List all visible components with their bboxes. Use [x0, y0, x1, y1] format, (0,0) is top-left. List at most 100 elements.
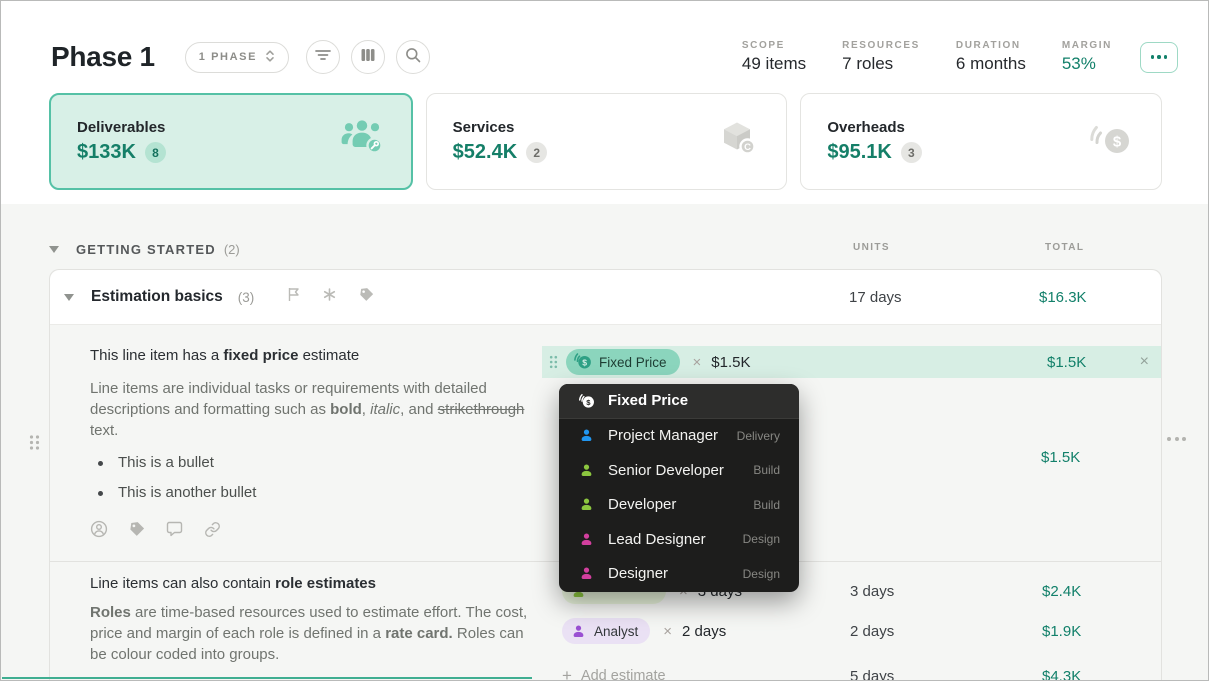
add-estimate-button[interactable]: + Add estimate: [562, 666, 666, 681]
card-value: $133K: [77, 141, 136, 163]
drag-handle-icon[interactable]: [549, 355, 558, 369]
estimate-total: $2.4K: [1042, 582, 1082, 600]
stat-scope: SCOPE 49 items: [741, 40, 807, 73]
team-icon: [339, 119, 385, 164]
search-button[interactable]: [396, 40, 431, 74]
menu-item-label: Senior Developer: [608, 461, 724, 479]
section-header: GETTING STARTED (2) UNITS TOTAL: [49, 238, 1162, 260]
phase-selector-label: 1 PHASE: [198, 51, 258, 63]
svg-text:$: $: [586, 398, 591, 407]
plus-icon: +: [562, 666, 572, 681]
header-overflow-button[interactable]: [1140, 41, 1178, 73]
group-total: $16.3K: [1039, 288, 1087, 306]
menu-item-label: Lead Designer: [608, 530, 706, 548]
menu-item-label: Developer: [608, 496, 677, 514]
add-estimate-row[interactable]: + Add estimate 5 days $4.3K: [562, 662, 1161, 681]
role-estimate-row[interactable]: Analyst × 2 days 2 days $1.9K: [562, 617, 1161, 645]
column-header-units: UNITS: [853, 242, 890, 253]
card-count-badge: 2: [526, 142, 548, 163]
person-icon: [578, 532, 595, 547]
group-count: (3): [237, 289, 255, 305]
collapse-caret-icon[interactable]: [49, 245, 59, 253]
menu-item-group: Design: [742, 532, 780, 547]
estimate-units: 3 days: [850, 582, 895, 600]
line-item-title: This line item has a fixed price estimat…: [90, 347, 360, 364]
stat-resources: RESOURCES 7 roles: [842, 40, 920, 73]
card-deliverables[interactable]: Deliverables $133K 8: [49, 93, 413, 190]
label-tag-icon[interactable]: [129, 521, 145, 537]
coins-icon: $: [578, 392, 595, 409]
coins-icon: $: [573, 351, 592, 373]
bullet-list: This is a bullet This is another bullet: [90, 454, 542, 501]
role-picker-menu: $ Fixed Price Project Manager Delivery S…: [559, 384, 799, 592]
line-item-paragraph: Line items are individual tasks or requi…: [90, 380, 525, 439]
svg-text:$: $: [582, 357, 587, 367]
collapse-caret-icon[interactable]: [64, 293, 74, 301]
menu-item-developer[interactable]: Developer Build: [559, 488, 799, 523]
role-pill-label: Analyst: [594, 623, 639, 639]
menu-item-label: Fixed Price: [608, 392, 689, 410]
estimate-inline-units[interactable]: 2 days: [682, 623, 726, 640]
columns-icon: [361, 48, 375, 67]
card-value: $52.4K: [452, 141, 518, 163]
close-row-icon[interactable]: ×: [1140, 353, 1149, 371]
bullet-item: This is another bullet: [90, 484, 542, 501]
row-drag-handle-icon[interactable]: [28, 434, 41, 456]
columns-button[interactable]: [351, 40, 386, 74]
card-overheads[interactable]: Overheads $95.1K 3 $: [800, 93, 1163, 190]
menu-item-designer[interactable]: Designer Design: [559, 557, 799, 592]
tag-icon[interactable]: [359, 287, 374, 307]
card-title: Deliverables: [77, 119, 166, 136]
line-item-paragraph: Roles are time-based resources used to e…: [90, 604, 528, 663]
filter-icon: [315, 48, 331, 66]
menu-item-label: Project Manager: [608, 427, 719, 445]
role-pill[interactable]: Analyst: [562, 618, 651, 644]
menu-item-lead-designer[interactable]: Lead Designer Design: [559, 522, 799, 557]
fixed-price-tag-label: Fixed Price: [599, 354, 667, 370]
summary-cards: Deliverables $133K 8 Services $52.4K 2 C…: [49, 93, 1163, 190]
estimate-total: $1.9K: [1042, 622, 1082, 640]
fixed-price-estimate-row[interactable]: $ Fixed Price × $1.5K $1.5K ×: [542, 346, 1161, 378]
app-window: Phase 1 1 PHASE SCOPE 49 items RESOURCES…: [0, 0, 1209, 681]
filter-button[interactable]: [306, 40, 341, 74]
stat-duration: DURATION 6 months: [955, 40, 1026, 73]
person-icon: [578, 497, 595, 512]
services-cube-icon: C: [714, 119, 760, 164]
menu-item-project-manager[interactable]: Project Manager Delivery: [559, 419, 799, 454]
group-title: Estimation basics: [91, 288, 223, 305]
remove-tag-icon[interactable]: ×: [693, 354, 702, 371]
estimate-units: 5 days: [850, 667, 895, 681]
comment-icon[interactable]: [166, 521, 183, 537]
estimate-total: $4.3K: [1042, 667, 1082, 681]
menu-item-group: Build: [753, 497, 780, 512]
group-units: 17 days: [849, 288, 902, 306]
line-item-total: $1.5K: [1041, 449, 1081, 466]
remove-role-icon[interactable]: ×: [663, 623, 672, 640]
row-overflow-icon[interactable]: [1167, 437, 1186, 441]
menu-item-fixed-price[interactable]: $ Fixed Price: [559, 384, 799, 419]
line-item-description[interactable]: This line item has a fixed price estimat…: [90, 347, 542, 514]
column-header-total: TOTAL: [1045, 242, 1085, 253]
estimate-value[interactable]: $1.5K: [711, 354, 750, 371]
next-row-highlight-edge: [2, 677, 532, 679]
phase-selector[interactable]: 1 PHASE: [184, 41, 290, 73]
card-services[interactable]: Services $52.4K 2 C: [425, 93, 788, 190]
coins-icon: $: [1089, 119, 1135, 164]
assignee-icon[interactable]: [90, 520, 108, 538]
line-item-description[interactable]: Line items can also contain role estimat…: [90, 575, 542, 680]
asterisk-icon[interactable]: [323, 288, 336, 306]
menu-item-group: Build: [753, 463, 780, 478]
svg-text:$: $: [1113, 134, 1122, 151]
link-icon[interactable]: [204, 521, 221, 538]
header: Phase 1 1 PHASE SCOPE 49 items RESOURCES…: [51, 29, 1178, 85]
svg-text:C: C: [744, 142, 751, 153]
fixed-price-tag[interactable]: $ Fixed Price: [566, 349, 680, 375]
group-header-row[interactable]: Estimation basics (3) 17 days $16.3K: [50, 270, 1161, 325]
card-title: Overheads: [827, 119, 905, 136]
flag-icon[interactable]: [288, 287, 300, 307]
person-icon: [578, 428, 595, 443]
add-estimate-label: Add estimate: [580, 668, 666, 681]
estimate-row-total: $1.5K: [1047, 353, 1087, 371]
menu-item-group: Delivery: [736, 428, 780, 443]
menu-item-senior-developer[interactable]: Senior Developer Build: [559, 453, 799, 488]
